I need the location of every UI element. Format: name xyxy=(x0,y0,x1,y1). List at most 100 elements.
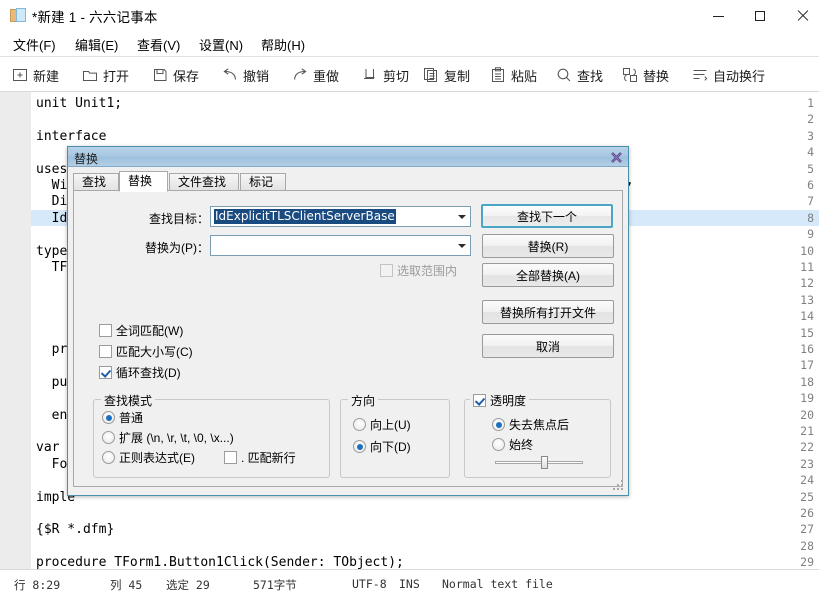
line-number: 12 xyxy=(800,276,814,291)
find-next-button[interactable]: 查找下一个 xyxy=(481,204,613,228)
copy-icon xyxy=(423,67,439,83)
replace-button[interactable]: 替换(R) xyxy=(482,234,614,258)
line-number: 10 xyxy=(800,243,814,258)
whole-word-label: 全词匹配(W) xyxy=(116,324,184,338)
toolbar-save-button[interactable]: 保存 xyxy=(152,63,199,87)
replace-tab-panel: 查找目标： IdExplicitTLSClientServerBase 替换为(… xyxy=(73,190,623,487)
in-selection-box xyxy=(380,264,393,277)
close-button[interactable] xyxy=(779,0,819,31)
toolbar-find-label: 查找 xyxy=(577,68,604,84)
mode-normal-radio[interactable]: 普通 xyxy=(102,409,143,426)
line-number: 18 xyxy=(800,374,814,389)
toolbar-open-label: 打开 xyxy=(103,68,130,84)
tab-find[interactable]: 查找 xyxy=(73,173,119,191)
wrap-around-checkbox[interactable]: 循环查找(D) xyxy=(99,364,181,381)
menu-item-edit[interactable]: 编辑(E) xyxy=(72,33,121,56)
toolbar-find-button[interactable]: 查找 xyxy=(556,63,603,87)
direction-down-radio[interactable]: 向下(D) xyxy=(353,438,411,455)
in-selection-label: 选取范围内 xyxy=(397,264,458,278)
find-target-combo[interactable]: IdExplicitTLSClientServerBase xyxy=(210,206,471,227)
dialog-body: 查找 替换 文件查找 标记 查找目标： IdExplicitTLSClientS… xyxy=(68,167,628,495)
toolbar-undo-button[interactable]: 撤销 xyxy=(222,63,269,87)
line-number: 21 xyxy=(800,424,814,438)
resize-grip[interactable] xyxy=(613,480,625,492)
toolbar-copy-button[interactable]: 复制 xyxy=(423,63,470,87)
replace-icon xyxy=(622,67,638,83)
maximize-button[interactable] xyxy=(737,0,783,31)
transparency-slider-track xyxy=(495,461,583,464)
toolbar-cut-button[interactable]: 剪切 xyxy=(362,63,409,87)
dialog-close-button[interactable] xyxy=(609,150,623,164)
mode-normal-label: 普通 xyxy=(119,411,144,425)
toolbar-cut-label: 剪切 xyxy=(383,68,410,84)
match-newline-checkbox[interactable]: . 匹配新行 xyxy=(224,449,296,466)
transparency-always-dot xyxy=(492,438,505,451)
cut-scissors-icon xyxy=(362,67,378,83)
mode-extended-dot xyxy=(102,431,115,444)
minimize-button[interactable] xyxy=(695,0,741,31)
tab-replace[interactable]: 替换 xyxy=(119,171,168,192)
mode-extended-radio[interactable]: 扩展 (\n, \r, \t, \0, \x...) xyxy=(102,429,234,446)
close-icon xyxy=(797,10,808,21)
transparency-onlostfocus-radio[interactable]: 失去焦点后 xyxy=(492,416,569,433)
match-case-box xyxy=(99,345,112,358)
dialog-title-bar: 替换 xyxy=(68,147,628,167)
line-number: 24 xyxy=(800,473,814,488)
replace-all-button[interactable]: 全部替换(A) xyxy=(482,263,614,287)
line-number: 13 xyxy=(800,292,814,307)
replace-all-files-button[interactable]: 替换所有打开文件 xyxy=(482,300,614,324)
in-selection-checkbox: 选取范围内 xyxy=(380,262,457,279)
line-number: 11 xyxy=(800,260,814,274)
line-number: 28 xyxy=(800,538,814,553)
transparency-slider[interactable] xyxy=(495,456,583,470)
line-number: 7 xyxy=(807,194,814,209)
status-col: 列 45 xyxy=(110,578,143,592)
tab-file-find[interactable]: 文件查找 xyxy=(169,173,239,191)
toolbar-copy-label: 复制 xyxy=(444,68,471,84)
match-case-checkbox[interactable]: 匹配大小写(C) xyxy=(99,343,193,360)
toolbar-replace-button[interactable]: 替换 xyxy=(622,63,669,87)
app-icon xyxy=(10,8,26,23)
dialog-tabs: 查找 替换 文件查找 标记 xyxy=(73,171,623,192)
redo-arrow-icon xyxy=(292,67,308,83)
search-magnifier-icon xyxy=(556,67,572,83)
status-row: 行 8:29 xyxy=(14,578,61,592)
line-number: 26 xyxy=(800,506,814,520)
toolbar-wordwrap-button[interactable]: 自动换行 xyxy=(692,63,765,87)
replace-cancel-button[interactable]: 取消 xyxy=(482,334,614,358)
status-encoding: UTF-8 xyxy=(352,577,387,591)
mode-regex-radio[interactable]: 正则表达式(E) xyxy=(102,449,195,466)
toolbar-new-button[interactable]: 新建 xyxy=(12,63,59,87)
menu-item-view[interactable]: 查看(V) xyxy=(134,33,183,56)
toolbar-open-button[interactable]: 打开 xyxy=(82,63,129,87)
tab-mark[interactable]: 标记 xyxy=(240,173,286,191)
menu-item-settings[interactable]: 设置(N) xyxy=(196,33,246,56)
toolbar-redo-button[interactable]: 重做 xyxy=(292,63,339,87)
direction-up-radio[interactable]: 向上(U) xyxy=(353,416,411,433)
transparency-always-radio[interactable]: 始终 xyxy=(492,436,533,453)
open-folder-icon xyxy=(82,67,98,83)
menu-item-help[interactable]: 帮助(H) xyxy=(258,33,308,56)
transparency-slider-thumb[interactable] xyxy=(540,456,548,469)
whole-word-checkbox[interactable]: 全词匹配(W) xyxy=(99,322,183,339)
direction-group: 方向 向上(U) 向下(D) xyxy=(340,392,450,478)
status-size: 571字节 xyxy=(253,578,297,592)
toolbar-save-label: 保存 xyxy=(173,68,200,84)
replace-dialog: 替换 查找 替换 文件查找 标记 查找目标： IdExplicitTLSClie… xyxy=(67,146,629,496)
transparency-checkbox[interactable]: 透明度 xyxy=(470,392,530,409)
word-wrap-icon xyxy=(692,67,708,83)
line-number: 1 xyxy=(807,96,814,110)
replace-with-dropdown-arrow[interactable] xyxy=(453,236,470,255)
toolbar-paste-button[interactable]: 粘贴 xyxy=(490,63,537,87)
find-target-dropdown-arrow[interactable] xyxy=(453,207,470,226)
code-line: var xyxy=(36,440,60,456)
replace-with-combo[interactable] xyxy=(210,235,471,256)
code-line: {$R *.dfm} xyxy=(36,522,115,538)
transparency-box xyxy=(473,394,486,407)
toolbar: 新建 打开 保存 撤销 重做 剪切 复制 粘贴 查找 替换 自动换行 xyxy=(0,57,819,92)
menu-item-file[interactable]: 文件(F) xyxy=(10,33,59,56)
code-line: type xyxy=(36,243,68,259)
whole-word-box xyxy=(99,324,112,337)
line-number: 16 xyxy=(800,342,814,356)
mode-normal-dot xyxy=(102,411,115,424)
